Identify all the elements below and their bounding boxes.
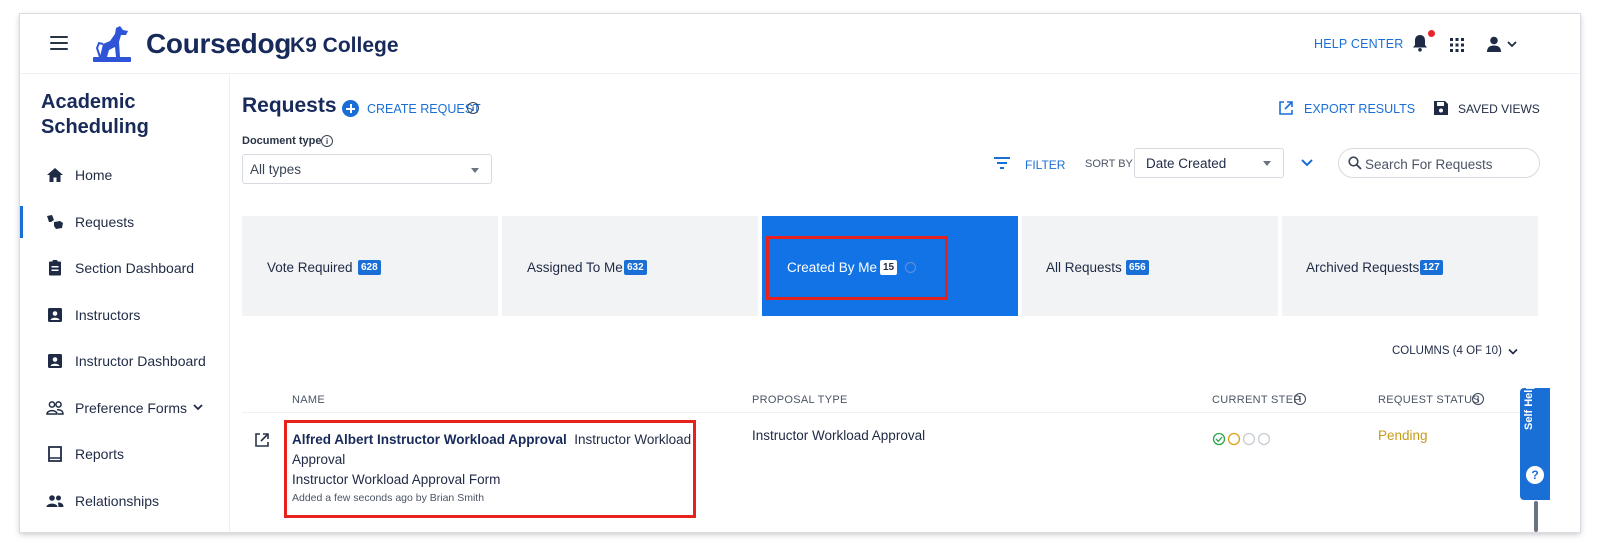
people-icon [46, 401, 64, 415]
app-window: Coursedog K9 College HELP CENTER Academi… [20, 14, 1580, 532]
info-icon[interactable]: i [1472, 393, 1484, 405]
module-title: Academic Scheduling [41, 91, 149, 138]
scrollbar-thumb[interactable] [1534, 501, 1538, 532]
info-icon[interactable]: i [467, 102, 479, 114]
sidebar-item-section-dashboard[interactable]: Section Dashboard [20, 252, 229, 284]
count-badge: 628 [358, 260, 381, 275]
sidebar-item-relationships[interactable]: Relationships [20, 485, 229, 517]
sidebar-item-label: Instructors [75, 307, 141, 323]
count-badge: 656 [1126, 260, 1149, 275]
sidebar-item-label: Reports [75, 446, 125, 462]
user-account-icon[interactable] [1486, 36, 1522, 52]
table-header-divider [242, 412, 1540, 413]
filter-icon[interactable] [994, 156, 1010, 170]
tab-vote-required[interactable]: Vote Required 628 [242, 216, 498, 316]
checkmark-icon [1215, 436, 1223, 443]
tab-label: All Requests [1046, 260, 1122, 275]
college-name: K9 College [290, 34, 399, 57]
sidebar-item-label: Instructor Dashboard [75, 353, 206, 369]
sort-by-value: Date Created [1146, 156, 1227, 171]
search-box[interactable] [1338, 148, 1540, 178]
step-current [1227, 432, 1241, 446]
highlight-box [284, 420, 696, 518]
sidebar: Academic Scheduling Home Requests Sectio… [20, 74, 230, 532]
step-pending [1257, 432, 1271, 446]
self-help-tab[interactable]: Self Help ? [1520, 383, 1550, 500]
column-header-current-step[interactable]: CURRENT STEP [1212, 394, 1301, 406]
document-type-label: Document type [242, 135, 322, 147]
sidebar-item-label: Home [75, 167, 113, 183]
sidebar-item-label: Section Dashboard [75, 260, 195, 276]
hamburger-menu-icon[interactable] [50, 36, 68, 50]
chevron-down-icon[interactable] [1508, 348, 1518, 356]
chevron-down-icon[interactable] [192, 401, 204, 413]
book-icon [48, 446, 62, 462]
contact-card-icon [48, 308, 62, 322]
brand-name[interactable]: Coursedog [146, 28, 291, 60]
sidebar-item-instructors[interactable]: Instructors [20, 299, 229, 331]
info-icon[interactable]: i [321, 135, 333, 147]
caret-down-icon [471, 168, 479, 173]
apps-grid-icon[interactable] [1450, 38, 1464, 52]
column-header-proposal-type[interactable]: PROPOSAL TYPE [752, 394, 848, 406]
tab-all-requests[interactable]: All Requests 656 [1022, 216, 1278, 316]
proposal-type-cell: Instructor Workload Approval [752, 428, 926, 443]
sidebar-item-preference-forms[interactable]: Preference Forms [20, 392, 229, 424]
clipboard-icon [49, 260, 61, 276]
notifications-bell-icon[interactable] [1412, 34, 1428, 52]
step-progress-indicator [1212, 432, 1271, 446]
contact-card-icon [48, 354, 62, 368]
home-icon [47, 168, 63, 182]
sort-by-select[interactable]: Date Created [1134, 148, 1284, 178]
group-icon [46, 495, 64, 507]
info-icon[interactable]: i [1294, 393, 1306, 405]
question-icon: ? [1526, 466, 1544, 484]
sidebar-item-label: Requests [75, 214, 135, 230]
tab-archived-requests[interactable]: Archived Requests 127 [1282, 216, 1538, 316]
step-complete [1212, 432, 1226, 446]
help-center-link[interactable]: HELP CENTER [1314, 37, 1404, 51]
coursedog-logo [93, 26, 131, 62]
plus-circle-icon [342, 100, 359, 117]
top-bar: Coursedog K9 College HELP CENTER [20, 14, 1580, 74]
columns-toggle-button[interactable]: COLUMNS (4 OF 10) [1392, 345, 1502, 357]
column-header-name[interactable]: NAME [292, 394, 325, 406]
tab-label: Archived Requests [1306, 260, 1420, 275]
sidebar-item-instructor-dashboard[interactable]: Instructor Dashboard [20, 345, 229, 377]
sort-direction-chevron-icon[interactable] [1300, 157, 1314, 169]
save-disk-icon[interactable] [1433, 100, 1449, 116]
sidebar-item-label: Preference Forms [75, 400, 188, 416]
tab-label: Assigned To Me [527, 260, 623, 275]
document-type-select[interactable]: All types [242, 154, 492, 184]
sidebar-item-label: Relationships [75, 493, 160, 509]
tab-assigned-to-me[interactable]: Assigned To Me 632 [502, 216, 758, 316]
create-request-label: CREATE REQUEST [367, 102, 481, 116]
export-results-button[interactable]: EXPORT RESULTS [1304, 102, 1415, 116]
document-type-value: All types [250, 162, 302, 177]
search-icon [1348, 156, 1362, 170]
caret-down-icon [1263, 161, 1271, 166]
sidebar-item-requests[interactable]: Requests [20, 206, 229, 238]
notification-dot [1428, 30, 1435, 37]
requests-icon [47, 215, 63, 229]
page-title: Requests [242, 94, 337, 117]
sidebar-item-home[interactable]: Home [20, 159, 229, 191]
count-badge: 632 [624, 260, 647, 275]
status-badge: Pending [1378, 428, 1428, 443]
saved-views-button[interactable]: SAVED VIEWS [1458, 102, 1540, 116]
highlight-box [766, 236, 948, 300]
sidebar-item-reports[interactable]: Reports [20, 438, 229, 470]
search-input[interactable] [1365, 154, 1535, 174]
external-link-icon[interactable] [1278, 100, 1294, 116]
filter-button[interactable]: FILTER [1025, 158, 1065, 172]
column-header-request-status[interactable]: REQUEST STATUS [1378, 394, 1480, 406]
self-help-label: Self Help [1523, 382, 1535, 430]
count-badge: 127 [1420, 260, 1443, 275]
open-in-new-icon[interactable] [254, 432, 270, 448]
step-pending [1242, 432, 1256, 446]
sort-by-label: SORT BY [1085, 158, 1133, 170]
tab-label: Vote Required [267, 260, 353, 275]
